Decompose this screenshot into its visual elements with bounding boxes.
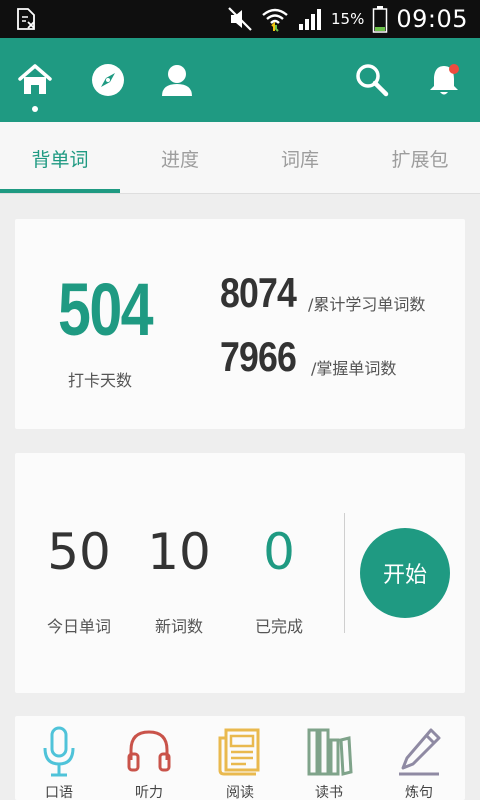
divider [344,513,345,633]
books-icon [307,728,353,776]
today-words-label: 今日单词 [46,617,111,636]
new-words-label: 新词数 [154,617,203,636]
compass-icon[interactable] [90,62,126,98]
summary-card: 504 打卡天数 8074 /累计学习单词数 7966 /掌握单词数 [15,219,465,429]
tool-speaking[interactable]: 口语 [15,722,95,800]
tool-listening-label: 听力 [135,785,163,800]
today-card: 50 今日单词 10 新词数 0 已完成 开始 [15,453,465,693]
signal-icon [298,9,321,30]
checkin-days-value: 504 [58,268,154,351]
mute-icon [228,7,252,31]
battery-icon [373,6,388,33]
tab-bar: 背单词 进度 词库 扩展包 [0,122,480,194]
tool-reading-label: 阅读 [226,785,254,800]
notification-dot [449,64,459,74]
tools-card: 口语 听力 阅读 读书 炼句 [15,716,465,800]
tool-sentences[interactable]: 炼句 [375,722,455,800]
clock: 09:05 [396,5,468,33]
checkin-days-label: 打卡天数 [67,371,132,390]
battery-percent: 15% [330,10,365,28]
pencil-icon [399,728,441,776]
start-button[interactable]: 开始 [360,528,450,618]
app-bar [0,38,480,122]
microphone-icon [43,726,75,777]
tool-reading[interactable]: 阅读 [196,722,276,800]
tab-memorize-words[interactable]: 背单词 [0,122,120,194]
sim-card-icon [17,8,35,30]
tool-books-label: 读书 [315,785,343,800]
tab-active-indicator [0,189,120,193]
completed-value: 0 [263,523,295,581]
mastered-label: /掌握单词数 [311,359,397,378]
mastered-value: 7966 [220,333,297,380]
total-learned-value: 8074 [220,269,297,316]
wifi-icon [262,8,288,32]
tool-sentences-label: 炼句 [405,785,433,800]
headphones-icon [127,730,171,772]
tab-word-bank[interactable]: 词库 [240,122,360,194]
newspaper-icon [218,728,260,776]
total-learned-label: /累计学习单词数 [308,295,426,314]
tool-speaking-label: 口语 [45,785,73,800]
tool-listening[interactable]: 听力 [105,722,185,800]
active-indicator-dot [32,106,38,112]
completed-label: 已完成 [254,617,303,636]
tool-books[interactable]: 读书 [285,722,365,800]
profile-icon[interactable] [159,62,195,98]
today-words-value: 50 [47,523,111,581]
status-bar: 15% 09:05 [0,0,480,38]
new-words-value: 10 [147,523,211,581]
tab-extension-pack[interactable]: 扩展包 [360,122,480,194]
search-icon[interactable] [354,62,390,98]
tab-progress[interactable]: 进度 [120,122,240,194]
home-icon[interactable] [17,62,53,98]
